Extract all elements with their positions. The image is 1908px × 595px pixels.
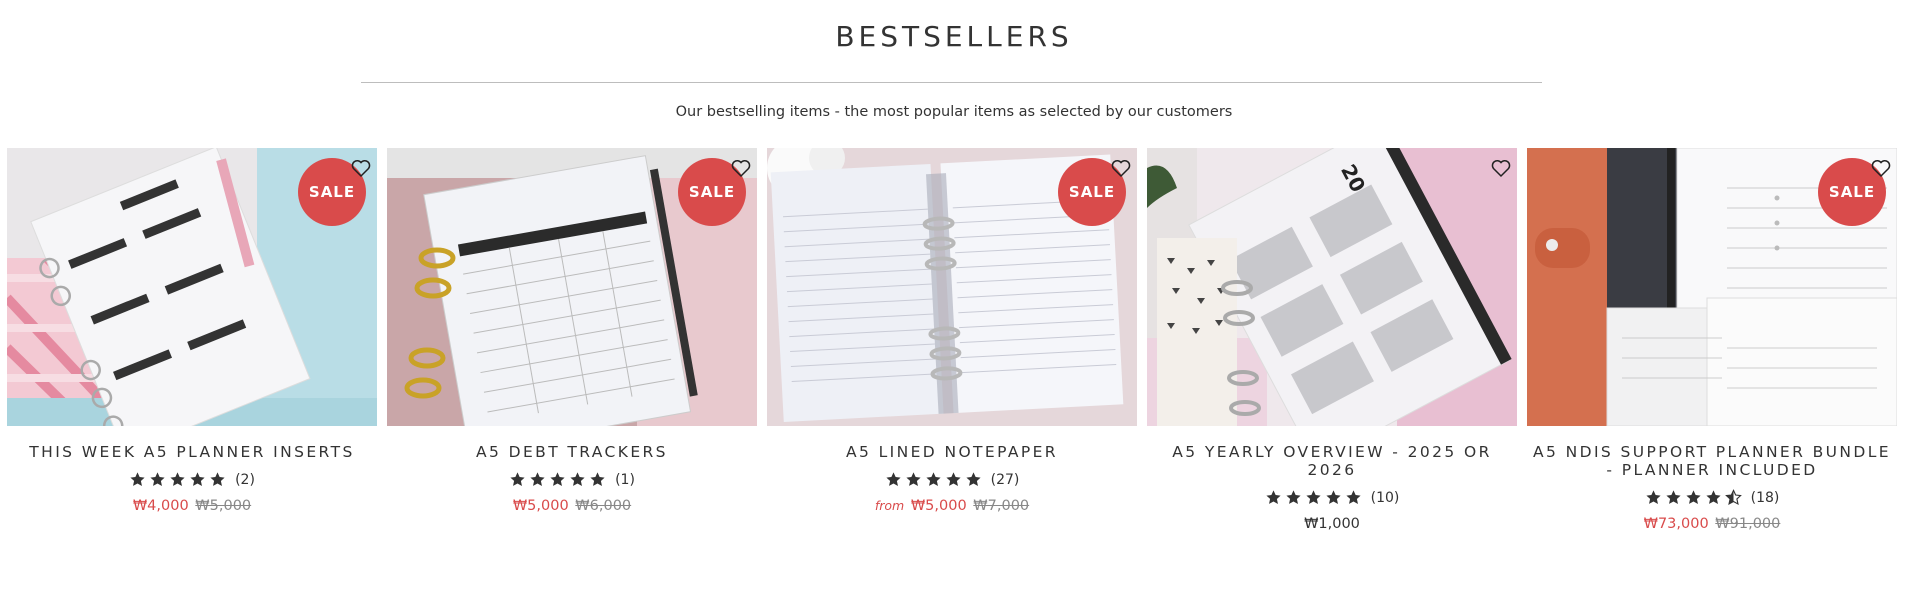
heart-icon[interactable] — [729, 156, 753, 180]
star-icon — [926, 472, 941, 486]
product-card[interactable]: 2025 A5 YEARLY OVERVIEW - 2025 OR 2026 (… — [1147, 148, 1517, 548]
star-icon — [1646, 490, 1661, 504]
star-icon — [1326, 490, 1341, 504]
price: ₩73,000 ₩91,000 — [1527, 516, 1897, 532]
review-count: (18) — [1750, 489, 1780, 506]
compare-price: ₩6,000 — [575, 498, 632, 514]
price: from ₩5,000 ₩7,000 — [767, 498, 1137, 514]
star-icon — [590, 472, 605, 486]
sale-price: ₩4,000 — [132, 498, 189, 514]
star-icon — [1346, 490, 1361, 504]
review-count: (27) — [990, 471, 1020, 488]
price: ₩4,000 ₩5,000 — [7, 498, 377, 514]
half-star-icon — [1724, 489, 1742, 506]
compare-price: ₩5,000 — [195, 498, 252, 514]
star-rating: (18) — [1527, 489, 1897, 506]
star-icon — [886, 472, 901, 486]
star-rating: (10) — [1147, 489, 1517, 506]
product-grid: SALE THIS WEEK A5 PLANNER INSERTS (2) ₩4… — [7, 148, 1902, 548]
product-card[interactable]: SALE A5 DEBT TRACKERS (1) ₩5,000 ₩6,000 — [387, 148, 757, 548]
star-icon — [1706, 490, 1721, 504]
star-icon — [1666, 490, 1681, 504]
sale-price: ₩5,000 — [512, 498, 569, 514]
section-subtitle: Our bestselling items - the most popular… — [675, 104, 1233, 120]
star-icon — [530, 472, 545, 486]
review-count: (2) — [235, 471, 255, 488]
star-icon — [150, 472, 165, 486]
star-icon — [190, 472, 205, 486]
star-icon — [1286, 490, 1301, 504]
heart-icon[interactable] — [1109, 156, 1133, 180]
star-icon — [966, 472, 981, 486]
product-card[interactable]: SALE A5 NDIS SUPPORT PLANNER BUNDLE - PL… — [1527, 148, 1897, 548]
review-count: (1) — [615, 471, 635, 488]
compare-price: ₩7,000 — [973, 498, 1030, 514]
star-icon — [170, 472, 185, 486]
star-icon — [550, 472, 565, 486]
product-title[interactable]: A5 YEARLY OVERVIEW - 2025 OR 2026 — [1147, 443, 1517, 479]
product-card[interactable]: SALE THIS WEEK A5 PLANNER INSERTS (2) ₩4… — [7, 148, 377, 548]
product-image[interactable]: SALE — [7, 148, 377, 426]
product-title[interactable]: A5 DEBT TRACKERS — [387, 443, 757, 461]
star-icon — [1306, 490, 1321, 504]
star-icon — [906, 472, 921, 486]
star-icon — [1686, 490, 1701, 504]
star-icon — [510, 472, 525, 486]
product-title[interactable]: A5 LINED NOTEPAPER — [767, 443, 1137, 461]
product-title[interactable]: THIS WEEK A5 PLANNER INSERTS — [7, 443, 377, 461]
product-image[interactable]: SALE — [1527, 148, 1897, 426]
star-icon — [570, 472, 585, 486]
heart-icon[interactable] — [1869, 156, 1893, 180]
regular-price: ₩1,000 — [1304, 516, 1360, 532]
star-icon — [210, 472, 225, 486]
price: ₩1,000 — [1147, 516, 1517, 532]
star-rating: (27) — [767, 471, 1137, 488]
yearly-overview-photo: 2025 — [1147, 148, 1517, 426]
heart-icon[interactable] — [1489, 156, 1513, 180]
star-rating: (1) — [387, 471, 757, 488]
product-image[interactable]: SALE — [767, 148, 1137, 426]
star-icon — [946, 472, 961, 486]
sale-price: ₩5,000 — [910, 498, 967, 514]
product-title[interactable]: A5 NDIS SUPPORT PLANNER BUNDLE - PLANNER… — [1527, 443, 1897, 479]
product-image[interactable]: SALE — [387, 148, 757, 426]
star-rating: (2) — [7, 471, 377, 488]
star-icon — [130, 472, 145, 486]
review-count: (10) — [1370, 489, 1400, 506]
sale-price: ₩73,000 — [1643, 516, 1709, 532]
section-divider — [361, 82, 1542, 83]
from-label: from — [874, 498, 905, 513]
heart-icon[interactable] — [349, 156, 373, 180]
product-image[interactable]: 2025 — [1147, 148, 1517, 426]
product-card[interactable]: SALE A5 LINED NOTEPAPER (27) from ₩5,000… — [767, 148, 1137, 548]
compare-price: ₩91,000 — [1715, 516, 1781, 532]
section-title: BESTSELLERS — [835, 20, 1073, 53]
star-icon — [1266, 490, 1281, 504]
price: ₩5,000 ₩6,000 — [387, 498, 757, 514]
